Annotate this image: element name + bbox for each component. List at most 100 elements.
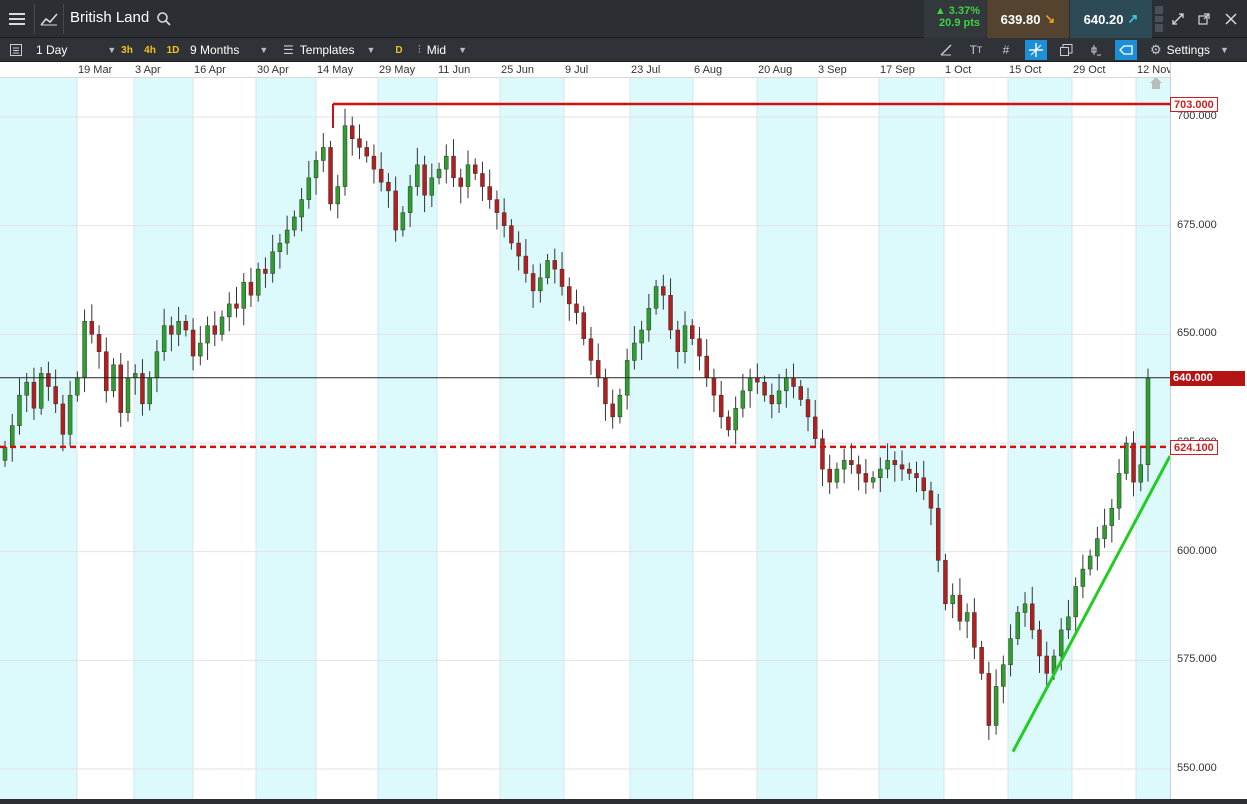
alert-tag-icon[interactable]: [1115, 40, 1137, 60]
d-button[interactable]: D: [391, 41, 407, 59]
candle-body: [198, 342, 203, 357]
buy-button[interactable]: 640.20 ↗: [1070, 0, 1152, 38]
candle-body: [154, 351, 160, 379]
candle-body: [588, 338, 594, 361]
sell-price: 639.80: [1000, 11, 1041, 27]
candle-body: [603, 377, 608, 405]
candle-body: [89, 321, 95, 335]
candle-body: [436, 168, 442, 179]
candle-body: [530, 273, 536, 292]
chart-app: British Land ▲ 3.37% 20.9 pts 639.80 ↘ 6…: [0, 0, 1247, 804]
current-price-tag[interactable]: 640.000: [1170, 370, 1245, 386]
scroll-home-icon[interactable]: [1149, 76, 1163, 95]
resistance-price-tag[interactable]: 703.000: [1170, 96, 1218, 112]
candle-body: [1030, 603, 1035, 631]
candle-body: [212, 325, 218, 335]
candle-body: [255, 268, 261, 296]
line-chart-icon[interactable]: [35, 0, 63, 38]
timeframe-1d-button[interactable]: 1D: [164, 41, 182, 59]
settings-button[interactable]: ⚙ Settings ▼: [1150, 38, 1229, 62]
candle-body: [400, 212, 406, 231]
interval-select[interactable]: 1 Day ▼: [36, 38, 116, 62]
resize-icon[interactable]: [1166, 0, 1190, 38]
candle-body: [451, 155, 456, 179]
time-band: [757, 78, 817, 799]
candle-body: [675, 329, 681, 352]
candle-body: [96, 334, 102, 352]
templates-select[interactable]: ☰ Templates ▼: [283, 38, 375, 62]
templates-icon: ☰: [283, 43, 294, 57]
candle-body: [523, 255, 529, 274]
candle-body: [357, 138, 362, 148]
candle-body: [632, 342, 637, 361]
timeframe-3h-button[interactable]: 3h: [118, 41, 136, 59]
candle-body: [863, 473, 869, 483]
candle-body: [1044, 655, 1049, 674]
change-percent: ▲ 3.37%: [934, 5, 980, 17]
candle-body: [1080, 568, 1086, 587]
candle-body: [509, 225, 514, 244]
candle-body: [559, 268, 565, 287]
range-select[interactable]: 9 Months ▼: [190, 38, 268, 62]
price-chart[interactable]: [0, 78, 1170, 799]
popout-icon[interactable]: [1192, 0, 1216, 38]
candle-body: [827, 468, 832, 483]
candle-body: [299, 199, 304, 218]
draw-line-icon[interactable]: [935, 40, 957, 60]
change-points: 20.9 pts: [939, 17, 980, 29]
candle-body: [921, 477, 926, 492]
candle-body: [277, 242, 283, 252]
date-tick-label: 17 Sep: [880, 64, 915, 76]
chevron-down-icon: ▼: [366, 45, 376, 55]
candle-body: [841, 460, 847, 470]
candle-body: [820, 438, 825, 470]
candle-body: [979, 647, 984, 674]
sell-button[interactable]: 639.80 ↘: [987, 0, 1069, 38]
candle-body: [849, 460, 854, 465]
candle-body: [371, 155, 377, 170]
candle-body: [17, 394, 22, 426]
time-band: [134, 78, 193, 799]
candle-body: [1109, 507, 1115, 526]
candle-body: [1138, 464, 1144, 483]
candle-body: [538, 277, 543, 292]
candle-body: [31, 381, 37, 409]
candle-body: [263, 268, 268, 274]
candle-body: [661, 286, 666, 296]
price-tick-label: 600.000: [1177, 544, 1217, 557]
candle-body: [82, 321, 87, 379]
candle-body: [972, 612, 977, 648]
candle-body: [9, 425, 15, 448]
indicator-icon[interactable]: [1085, 40, 1107, 60]
search-icon[interactable]: [152, 0, 176, 38]
panel-list-icon[interactable]: [5, 40, 27, 60]
candle-body: [870, 477, 876, 483]
instrument-name[interactable]: British Land: [70, 9, 149, 26]
timeframe-4h-button[interactable]: 4h: [141, 41, 159, 59]
support-price-tag[interactable]: 624.100: [1170, 439, 1218, 455]
candle-body: [487, 186, 492, 200]
candle-body: [1102, 525, 1107, 539]
candle-body: [856, 464, 861, 474]
close-icon[interactable]: [1218, 0, 1244, 38]
time-band: [879, 78, 944, 799]
panel-toggle-icon[interactable]: [1152, 0, 1166, 38]
candle-body: [567, 286, 572, 305]
candle-body: [574, 303, 579, 313]
date-tick-label: 20 Aug: [758, 64, 793, 76]
candle-body: [227, 303, 232, 318]
candle-body: [205, 325, 210, 344]
candle-body: [899, 464, 905, 470]
candle-body: [769, 394, 775, 405]
bottom-strip: [0, 799, 1247, 804]
text-tool-icon[interactable]: TT: [965, 40, 987, 60]
crosshair-icon[interactable]: [1025, 40, 1047, 60]
header-bar: British Land ▲ 3.37% 20.9 pts 639.80 ↘ 6…: [0, 0, 1247, 38]
price-mode-select[interactable]: ⫶ Mid ▼: [418, 38, 467, 62]
grid-icon[interactable]: #: [995, 40, 1017, 60]
price-axis[interactable]: 700.000675.000650.000625.000600.000575.0…: [1150, 62, 1247, 804]
candle-body: [914, 473, 919, 479]
hamburger-icon[interactable]: [0, 0, 34, 38]
layers-icon[interactable]: [1055, 40, 1077, 60]
candle-body: [755, 377, 760, 383]
